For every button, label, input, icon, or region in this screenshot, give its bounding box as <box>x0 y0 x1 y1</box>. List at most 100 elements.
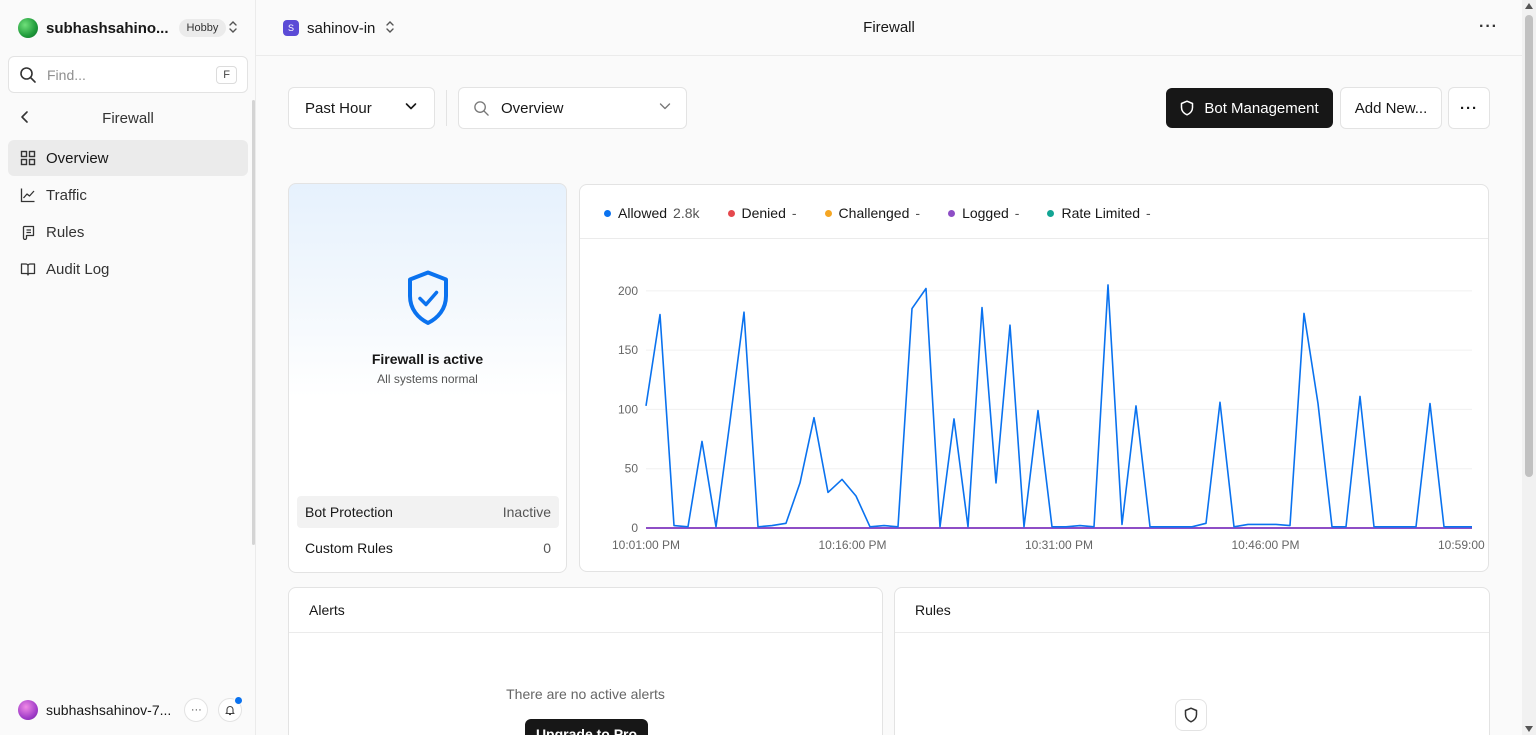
rules-title: Rules <box>895 588 1489 633</box>
scroll-up-arrow-icon[interactable] <box>1525 3 1533 9</box>
book-icon <box>20 263 36 276</box>
page-title: Firewall <box>863 19 915 36</box>
find-input[interactable] <box>47 66 207 83</box>
shield-icon <box>1175 699 1207 731</box>
controls-divider <box>446 90 447 126</box>
legend-name: Logged <box>962 205 1009 221</box>
section-header: Firewall <box>8 104 248 132</box>
chart-legend: Allowed 2.8k Denied - Challenged - Logge… <box>604 204 1179 222</box>
notification-dot <box>234 696 244 705</box>
sidebar-item-label: Overview <box>46 149 109 167</box>
stat-value: 0 <box>543 540 551 556</box>
user-name: subhashsahinov-7... <box>46 702 172 718</box>
team-avatar <box>18 18 38 38</box>
x-tick-label: 10:16:00 PM <box>818 538 886 552</box>
sidebar: subhashsahino... Hobby F Firewall Overvi… <box>0 0 256 735</box>
chevron-left-icon[interactable] <box>8 110 36 127</box>
series-line-allowed <box>645 284 1472 528</box>
legend-dot <box>824 209 832 217</box>
legend-dot <box>948 209 956 217</box>
upgrade-button[interactable]: Upgrade to Pro <box>525 719 648 735</box>
scroll-icon <box>22 225 35 240</box>
bot-management-label: Bot Management <box>1204 99 1319 117</box>
chevron-down-icon <box>404 99 418 117</box>
grid-icon <box>20 150 36 166</box>
x-tick-label: 10:59:00 PM <box>1438 538 1488 552</box>
traffic-line-chart[interactable]: 0 50 100 150 200 10:01:00 PM 10:16:00 PM 10:31:… <box>580 239 1488 571</box>
sidebar-item-rules[interactable]: Rules <box>8 214 248 250</box>
shield-check-icon <box>289 270 566 326</box>
team-name: subhashsahino... <box>46 19 169 37</box>
section-title: Firewall <box>102 109 154 127</box>
legend-dot <box>1047 209 1055 217</box>
plan-badge: Hobby <box>178 19 227 37</box>
x-tick-label: 10:01:00 PM <box>612 538 680 552</box>
legend-item-allowed[interactable]: Allowed 2.8k <box>604 205 700 221</box>
legend-item-challenged[interactable]: Challenged - <box>824 205 920 221</box>
status-subtitle: All systems normal <box>377 372 478 386</box>
sidebar-item-label: Rules <box>46 223 85 241</box>
add-new-button[interactable]: Add New... <box>1340 87 1442 129</box>
legend-item-rate-limited[interactable]: Rate Limited - <box>1047 205 1151 221</box>
alerts-card: Alerts There are no active alerts Upgrad… <box>288 587 883 735</box>
y-tick-label: 200 <box>618 284 638 298</box>
stat-row-bot-protection: Bot Protection Inactive <box>297 496 559 528</box>
add-new-label: Add New... <box>1354 99 1428 117</box>
sidebar-item-audit-log[interactable]: Audit Log <box>8 251 248 287</box>
sidebar-scrollbar[interactable] <box>252 100 255 545</box>
team-switcher[interactable]: subhashsahino... Hobby <box>18 17 244 39</box>
legend-value: 2.8k <box>673 205 700 221</box>
legend-value: - <box>1014 205 1020 221</box>
bot-management-button[interactable]: Bot Management <box>1166 88 1333 128</box>
shield-icon <box>1181 100 1194 116</box>
bell-icon <box>225 706 235 716</box>
firewall-status-card: Firewall is active All systems normal Bo… <box>288 183 567 573</box>
x-tick-label: 10:46:00 PM <box>1231 538 1299 552</box>
sidebar-item-traffic[interactable]: Traffic <box>8 177 248 213</box>
topbar: S sahinov-in Firewall ··· <box>256 0 1522 56</box>
legend-name: Allowed <box>618 205 668 221</box>
legend-value: - <box>791 205 797 221</box>
legend-item-logged[interactable]: Logged - <box>948 205 1019 221</box>
legend-dot <box>727 209 735 217</box>
legend-name: Denied <box>741 205 786 221</box>
view-select-value: Overview <box>501 99 564 117</box>
y-tick-label: 0 <box>631 521 638 535</box>
stat-value: Inactive <box>502 504 551 520</box>
y-tick-label: 100 <box>618 402 638 416</box>
scroll-down-arrow-icon[interactable] <box>1525 726 1533 732</box>
line-chart-icon <box>20 188 35 203</box>
status-title: Firewall is active <box>371 351 484 367</box>
stat-label: Custom Rules <box>305 540 393 556</box>
sidebar-nav: Overview Traffic Rules Audit Log <box>8 140 248 288</box>
user-menu[interactable]: subhashsahinov-7... ··· <box>18 696 244 722</box>
ellipsis-icon: ··· <box>1460 99 1478 117</box>
alerts-title: Alerts <box>289 588 882 633</box>
chevron-down-icon <box>658 99 672 117</box>
search-icon <box>20 66 36 83</box>
scrollbar-thumb[interactable] <box>1525 15 1533 477</box>
y-tick-label: 150 <box>618 343 638 357</box>
sidebar-item-label: Audit Log <box>46 260 110 278</box>
view-select[interactable]: Overview <box>458 87 687 129</box>
chevron-up-down-icon[interactable] <box>228 20 238 37</box>
alerts-empty-message: There are no active alerts <box>506 686 665 702</box>
y-tick-label: 50 <box>625 462 639 476</box>
find-shortcut-key: F <box>216 65 237 84</box>
more-actions-button[interactable]: ··· <box>1448 87 1490 129</box>
find-box[interactable]: F <box>8 56 248 93</box>
stat-label: Bot Protection <box>305 504 393 520</box>
user-more-button[interactable]: ··· <box>184 698 209 722</box>
upgrade-label: Upgrade to Pro <box>535 726 638 735</box>
page-scrollbar[interactable] <box>1522 0 1536 735</box>
traffic-chart-card: Allowed 2.8k Denied - Challenged - Logge… <box>579 184 1489 572</box>
time-range-select[interactable]: Past Hour <box>288 87 435 129</box>
time-range-value: Past Hour <box>305 99 372 117</box>
stat-row-custom-rules: Custom Rules 0 <box>297 532 559 564</box>
page-more-button[interactable]: ··· <box>1479 18 1498 36</box>
legend-item-denied[interactable]: Denied - <box>727 205 797 221</box>
legend-name: Rate Limited <box>1061 205 1141 221</box>
sidebar-item-overview[interactable]: Overview <box>8 140 248 176</box>
user-avatar <box>18 700 38 720</box>
notifications-button[interactable] <box>218 696 244 722</box>
